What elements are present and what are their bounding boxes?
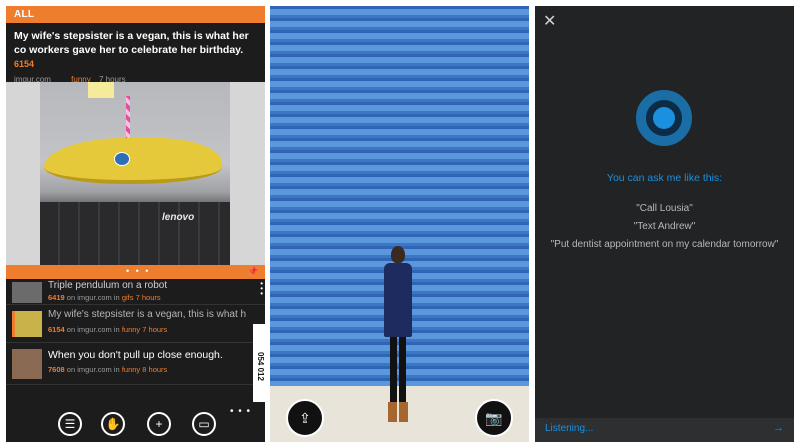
list-item-title: Triple pendulum on a robot <box>48 280 168 291</box>
list-item-meta: 6419 on imgur.com in gifs 7 hours <box>48 293 161 302</box>
share-icon: ⇪ <box>299 410 311 426</box>
example-phrase: "Text Andrew" <box>633 221 696 232</box>
list-thumbnail <box>12 349 42 379</box>
reader-panel: ALL My wife's stepsister is a vegan, thi… <box>6 6 265 442</box>
image-pager[interactable]: • • • 📌 <box>6 265 265 279</box>
listening-status: Listening... <box>545 423 594 434</box>
assistant-orb-icon[interactable] <box>636 90 692 146</box>
close-icon[interactable]: ✕ <box>543 14 556 30</box>
sticky-note <box>88 82 114 98</box>
app-toolbar: ☰ ✋ + ▭ • • • <box>6 406 265 442</box>
person-boots <box>388 402 408 422</box>
add-icon[interactable]: + <box>147 412 171 436</box>
standing-person <box>382 246 414 422</box>
person-head <box>391 246 405 263</box>
banana-photo: lenovo <box>40 82 230 265</box>
example-phrase: "Call Lousia" <box>636 203 693 214</box>
share-button[interactable]: ⇪ <box>286 399 324 437</box>
post-title-text: My wife's stepsister is a vegan, this is… <box>14 30 249 56</box>
banana <box>44 138 222 184</box>
person-legs <box>390 337 406 405</box>
list-item[interactable]: Triple pendulum on a robot 6419 on imgur… <box>6 279 265 305</box>
example-phrase: "Put dentist appointment on my calendar … <box>550 239 779 250</box>
comment-icon[interactable]: ▭ <box>192 412 216 436</box>
camera-button[interactable]: 📷 <box>475 399 513 437</box>
listening-bar: Listening... → <box>535 418 794 442</box>
keyboard <box>40 202 230 265</box>
post-score: 6154 <box>14 59 35 69</box>
list-item[interactable]: When you don't pull up close enough. 760… <box>6 343 265 385</box>
camera-icon: 📷 <box>485 410 503 426</box>
assistant-panel: ✕ You can ask me like this: "Call Lousia… <box>535 6 794 442</box>
orb-core <box>653 107 675 129</box>
list-item-meta: 7608 on imgur.com in funny 8 hours <box>48 365 168 374</box>
list-icon[interactable]: ☰ <box>58 412 82 436</box>
pin-icon[interactable]: 📌 <box>248 266 259 277</box>
section-header[interactable]: ALL <box>6 6 265 23</box>
page-counter: 054 012 <box>253 324 265 402</box>
list-item-title: My wife's stepsister is a vegan, this is… <box>48 309 246 320</box>
banana-sticker <box>114 152 130 166</box>
birthday-candle <box>126 96 130 142</box>
post-image[interactable]: lenovo <box>6 82 265 265</box>
vote-icon[interactable]: ✋ <box>101 412 125 436</box>
list-item-meta: 6154 on imgur.com in funny 7 hours <box>48 325 168 334</box>
arrow-right-icon[interactable]: → <box>773 422 784 434</box>
more-menu-icon[interactable]: • • • <box>230 406 251 417</box>
pager-dots: • • • <box>126 266 151 276</box>
assistant-hint: You can ask me like this: <box>606 172 723 184</box>
person-coat <box>384 263 412 337</box>
more-icon[interactable]: • • • <box>260 280 263 298</box>
camera-panel: ⇪ 📷 <box>270 6 529 442</box>
post-title[interactable]: My wife's stepsister is a vegan, this is… <box>6 23 265 75</box>
list-thumbnail <box>12 311 42 337</box>
list-item-title: When you don't pull up close enough. <box>48 349 223 361</box>
keyboard-brand: lenovo <box>162 212 195 223</box>
post-list: Triple pendulum on a robot 6419 on imgur… <box>6 279 265 385</box>
list-item-selected[interactable]: My wife's stepsister is a vegan, this is… <box>6 305 265 343</box>
list-thumbnail <box>12 282 42 303</box>
